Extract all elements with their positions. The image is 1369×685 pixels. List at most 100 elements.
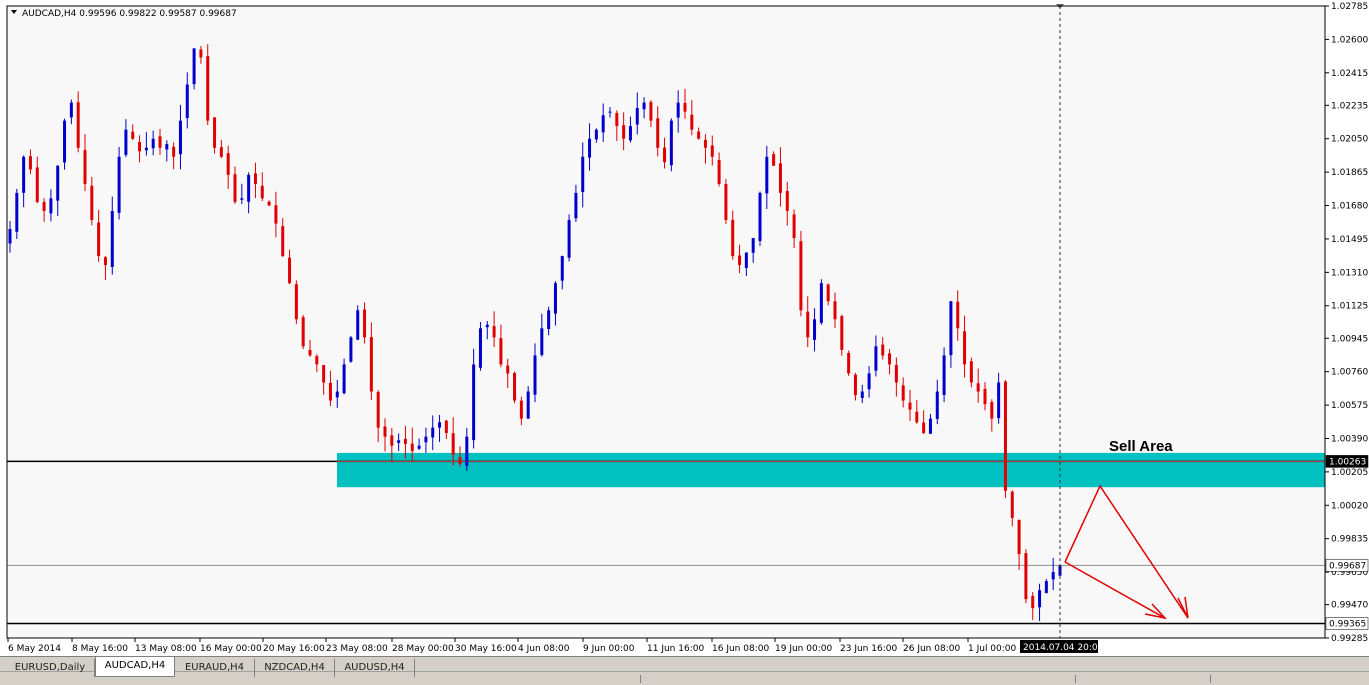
bear-candle[interactable]: [274, 205, 278, 224]
bear-candle[interactable]: [138, 141, 142, 152]
bear-candle[interactable]: [663, 147, 667, 163]
bear-candle[interactable]: [499, 338, 503, 365]
bear-candle[interactable]: [28, 156, 32, 170]
bear-candle[interactable]: [738, 255, 742, 266]
bear-candle[interactable]: [253, 173, 257, 184]
bull-candle[interactable]: [178, 120, 182, 155]
bear-candle[interactable]: [233, 174, 237, 202]
bear-candle[interactable]: [792, 214, 796, 239]
bull-candle[interactable]: [185, 84, 189, 119]
bull-candle[interactable]: [63, 120, 67, 163]
bear-candle[interactable]: [363, 309, 367, 338]
bull-candle[interactable]: [553, 283, 557, 314]
chart-area[interactable]: 1.02785 1.02600 1.02415 1.02235 1.02050 1.018…: [0, 0, 1369, 656]
bear-candle[interactable]: [724, 183, 728, 220]
bear-candle[interactable]: [690, 114, 694, 130]
bear-candle[interactable]: [410, 443, 414, 452]
bull-candle[interactable]: [560, 256, 564, 281]
bear-candle[interactable]: [922, 422, 926, 434]
bull-candle[interactable]: [335, 391, 339, 398]
bull-candle[interactable]: [867, 373, 871, 390]
bull-candle[interactable]: [397, 440, 401, 443]
bear-candle[interactable]: [294, 284, 298, 320]
tab-audusd-h4[interactable]: AUDUSD,H4: [335, 659, 415, 677]
bull-candle[interactable]: [478, 328, 482, 368]
bull-candle[interactable]: [424, 436, 428, 443]
bull-candle[interactable]: [642, 102, 646, 110]
bear-candle[interactable]: [683, 102, 687, 112]
bull-candle[interactable]: [628, 126, 632, 141]
bull-candle[interactable]: [608, 111, 612, 113]
bull-candle[interactable]: [356, 310, 360, 340]
bull-candle[interactable]: [676, 102, 680, 118]
bull-candle[interactable]: [588, 138, 592, 158]
bear-candle[interactable]: [840, 316, 844, 350]
bear-candle[interactable]: [513, 372, 517, 401]
bear-candle[interactable]: [206, 56, 210, 121]
bear-candle[interactable]: [103, 257, 107, 266]
bull-candle[interactable]: [431, 427, 435, 438]
bear-candle[interactable]: [403, 438, 407, 444]
bear-candle[interactable]: [847, 353, 851, 374]
bull-candle[interactable]: [744, 252, 748, 269]
tab-nzdcad-h4[interactable]: NZDCAD,H4: [255, 659, 335, 677]
bear-candle[interactable]: [383, 426, 387, 437]
bear-candle[interactable]: [799, 241, 803, 311]
bull-candle[interactable]: [15, 192, 19, 232]
bull-candle[interactable]: [151, 138, 155, 149]
bull-candle[interactable]: [1044, 581, 1048, 594]
bear-candle[interactable]: [35, 167, 39, 202]
bull-candle[interactable]: [874, 346, 878, 371]
bull-candle[interactable]: [540, 328, 544, 356]
bull-candle[interactable]: [751, 238, 755, 253]
bull-candle[interactable]: [935, 391, 939, 419]
bull-candle[interactable]: [635, 108, 639, 125]
bear-candle[interactable]: [288, 257, 292, 284]
bear-candle[interactable]: [328, 382, 332, 401]
tab-splitter[interactable]: [640, 675, 641, 683]
bull-candle[interactable]: [144, 147, 148, 151]
bull-candle[interactable]: [669, 120, 673, 166]
bear-candle[interactable]: [322, 365, 326, 383]
bear-candle[interactable]: [976, 383, 980, 392]
bull-candle[interactable]: [117, 156, 121, 213]
bear-candle[interactable]: [301, 317, 305, 347]
bear-candle[interactable]: [199, 49, 203, 58]
bear-candle[interactable]: [717, 160, 721, 184]
bull-candle[interactable]: [485, 324, 489, 328]
bear-candle[interactable]: [506, 365, 510, 374]
bear-candle[interactable]: [615, 112, 619, 127]
tab-euraud-h4[interactable]: EURAUD,H4: [175, 659, 255, 677]
bear-candle[interactable]: [969, 361, 973, 383]
bull-candle[interactable]: [574, 192, 578, 219]
bull-candle[interactable]: [758, 192, 762, 241]
bear-candle[interactable]: [213, 117, 217, 148]
bull-candle[interactable]: [465, 436, 469, 466]
bear-candle[interactable]: [83, 150, 87, 184]
bull-candle[interactable]: [928, 418, 932, 434]
bull-candle[interactable]: [533, 355, 537, 395]
bear-candle[interactable]: [172, 146, 176, 157]
bull-candle[interactable]: [547, 310, 551, 330]
bear-candle[interactable]: [983, 388, 987, 405]
bear-candle[interactable]: [806, 311, 810, 338]
bull-candle[interactable]: [472, 364, 476, 441]
bull-candle[interactable]: [438, 422, 442, 428]
bear-candle[interactable]: [901, 385, 905, 401]
bear-candle[interactable]: [785, 191, 789, 211]
bear-candle[interactable]: [710, 145, 714, 157]
bull-candle[interactable]: [819, 283, 823, 323]
bear-candle[interactable]: [315, 356, 319, 365]
bear-candle[interactable]: [881, 344, 885, 356]
bear-candle[interactable]: [963, 331, 967, 365]
bear-candle[interactable]: [772, 154, 776, 166]
bull-candle[interactable]: [22, 156, 26, 193]
bull-candle[interactable]: [1038, 590, 1042, 608]
bear-candle[interactable]: [1024, 553, 1028, 600]
bear-candle[interactable]: [390, 435, 394, 446]
bull-candle[interactable]: [765, 156, 769, 194]
bear-candle[interactable]: [1010, 491, 1014, 518]
bull-candle[interactable]: [240, 198, 244, 200]
bear-candle[interactable]: [458, 457, 462, 464]
bear-candle[interactable]: [656, 118, 660, 148]
